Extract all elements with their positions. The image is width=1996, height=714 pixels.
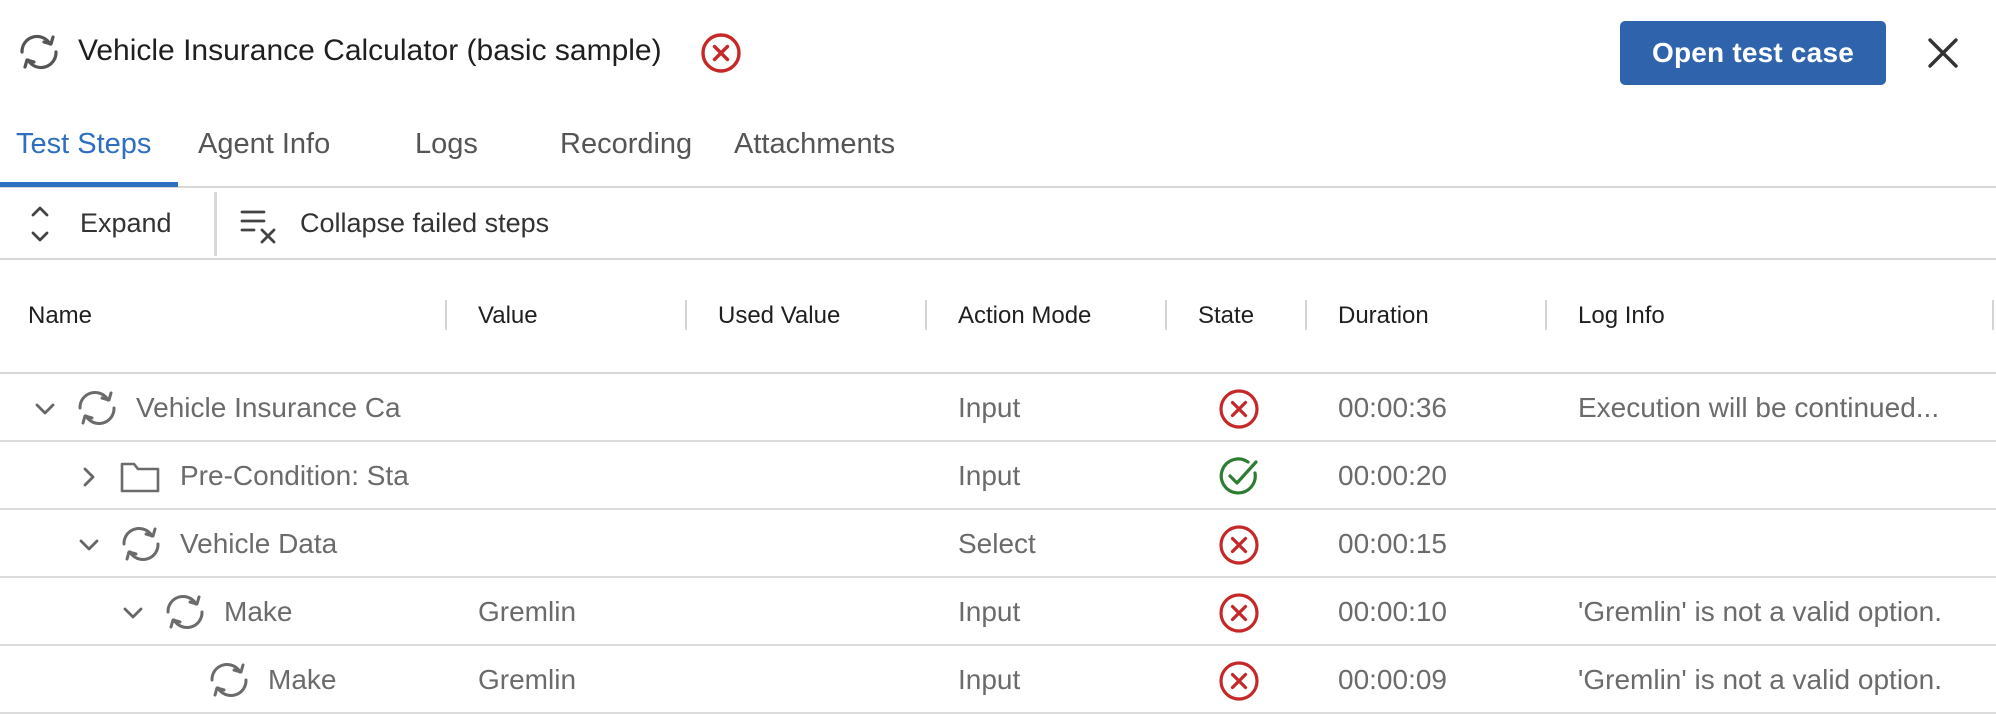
folder-icon [120,462,160,493]
step-value: Gremlin [478,596,577,627]
column-header-duration[interactable]: Duration [1338,302,1429,330]
column-resize-handle[interactable] [1165,300,1167,330]
duration: 00:00:36 [1338,392,1447,423]
action-mode: Input [958,596,1021,627]
step-name: Make [268,664,337,695]
step-name: Vehicle Data [180,528,338,559]
table-row[interactable]: Make Gremlin Input 00:00:09 'Gremlin' is… [0,646,1996,714]
table-row[interactable]: Vehicle Insurance Ca Input 00:00:36 Exec… [0,374,1996,442]
duration: 00:00:10 [1338,596,1447,627]
open-test-case-button[interactable]: Open test case [1620,21,1886,85]
failed-status-icon [1219,593,1259,633]
collapse-failed-icon[interactable] [240,208,280,244]
action-mode: Select [958,528,1036,559]
tab-test-steps[interactable]: Test Steps [16,128,151,161]
dialog-header: Vehicle Insurance Calculator (basic samp… [0,0,1996,110]
sync-icon [122,526,160,562]
close-icon[interactable] [1922,32,1964,74]
table-row[interactable]: Pre-Condition: Sta Input 00:00:20 [0,442,1996,510]
duration: 00:00:09 [1338,664,1447,695]
sync-icon [166,594,204,630]
sync-icon [210,662,248,698]
step-name: Make [224,596,293,627]
table-row[interactable]: Vehicle Data Select 00:00:15 [0,510,1996,578]
column-resize-handle[interactable] [1305,300,1307,330]
table-row[interactable]: Make Gremlin Input 00:00:10 'Gremlin' is… [0,578,1996,646]
column-resize-handle[interactable] [445,300,447,330]
column-resize-handle[interactable] [1992,300,1994,330]
chevron-down-icon[interactable] [32,396,58,422]
column-header-action-mode[interactable]: Action Mode [958,302,1091,330]
tab-attachments[interactable]: Attachments [734,128,895,161]
table-header: Name Value Used Value Action Mode State … [0,260,1996,374]
step-name: Pre-Condition: Sta [180,460,409,491]
expand-button[interactable]: Expand [80,208,172,239]
chevron-down-icon[interactable] [120,600,146,626]
tab-bar: Test Steps Agent Info Logs Recording Att… [0,120,1996,188]
collapse-failed-steps-button[interactable]: Collapse failed steps [300,208,549,239]
active-tab-indicator [0,182,178,187]
action-mode: Input [958,460,1021,491]
failed-status-icon [701,33,741,73]
action-mode: Input [958,664,1021,695]
step-name: Vehicle Insurance Ca [136,392,401,423]
expand-icon[interactable] [26,204,54,244]
log-info: 'Gremlin' is not a valid option. [1578,596,1942,627]
passed-status-icon [1219,457,1258,495]
sync-icon [20,34,58,70]
sync-icon [78,390,116,426]
log-info: 'Gremlin' is not a valid option. [1578,664,1942,695]
toolbar: Expand Collapse failed steps [0,188,1996,260]
column-header-name[interactable]: Name [28,302,92,330]
column-header-log-info[interactable]: Log Info [1578,302,1665,330]
step-value: Gremlin [478,664,577,695]
tab-recording[interactable]: Recording [560,128,692,161]
action-mode: Input [958,392,1021,423]
column-resize-handle[interactable] [1545,300,1547,330]
column-resize-handle[interactable] [685,300,687,330]
failed-status-icon [1219,661,1259,701]
tab-agent-info[interactable]: Agent Info [198,128,330,161]
column-header-state[interactable]: State [1198,302,1254,330]
chevron-right-icon[interactable] [76,464,102,490]
failed-status-icon [1219,389,1259,429]
failed-status-icon [1219,525,1259,565]
column-header-value[interactable]: Value [478,302,538,330]
toolbar-divider [214,192,217,256]
tab-logs[interactable]: Logs [415,128,478,161]
log-info: Execution will be continued... [1578,392,1940,423]
column-resize-handle[interactable] [925,300,927,330]
chevron-down-icon[interactable] [76,532,102,558]
duration: 00:00:15 [1338,528,1447,559]
page-title: Vehicle Insurance Calculator (basic samp… [78,34,662,67]
column-header-used-value[interactable]: Used Value [718,302,840,330]
duration: 00:00:20 [1338,460,1447,491]
